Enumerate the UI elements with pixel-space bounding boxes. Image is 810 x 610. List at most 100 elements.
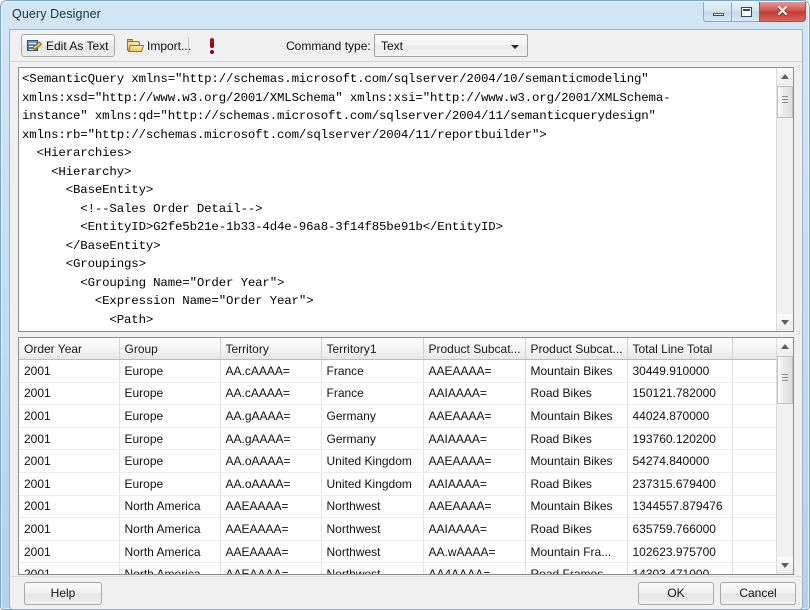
table-cell-4[interactable]: AAEAAAA=	[423, 404, 526, 428]
import-button[interactable]: Import...	[122, 34, 198, 57]
table-cell-7[interactable]	[732, 540, 778, 564]
table-cell-1[interactable]: North America	[119, 495, 221, 519]
table-cell-3[interactable]: Northwest	[321, 562, 424, 574]
table-cell-3[interactable]: Northwest	[321, 495, 424, 519]
table-cell-1[interactable]: Europe	[119, 449, 221, 473]
table-cell-1[interactable]: North America	[119, 517, 221, 541]
table-cell-3[interactable]: France	[321, 359, 424, 383]
table-cell-4[interactable]: AAEAAAA=	[423, 449, 526, 473]
table-row[interactable]: 2001 Europe AA.oAAAA= United Kingdom AAIAAAA…	[19, 472, 778, 496]
table-cell-5[interactable]: Road Bikes	[525, 382, 628, 406]
table-row[interactable]: 2001 North America AAEAAAA= Northwest AA.wAA…	[19, 540, 778, 564]
table-cell-7[interactable]	[732, 404, 778, 428]
table-cell-6[interactable]: 237315.679400	[627, 472, 733, 496]
editor-vertical-scrollbar[interactable]	[776, 68, 793, 331]
table-cell-3[interactable]: United Kingdom	[321, 449, 424, 473]
table-cell-5[interactable]: Mountain Fra...	[525, 540, 628, 564]
close-button[interactable]: ✕	[759, 2, 806, 22]
grid-vertical-scrollbar[interactable]	[776, 338, 793, 574]
table-cell-1[interactable]: Europe	[119, 427, 221, 451]
table-row[interactable]: 2001 Europe AA.cAAAA= France AAIAAAA= Road Bi…	[19, 382, 778, 406]
table-cell-2[interactable]: AAEAAAA=	[220, 562, 322, 574]
table-cell-6[interactable]: 635759.766000	[627, 517, 733, 541]
table-cell-5[interactable]: Road Bikes	[525, 427, 628, 451]
maximize-button[interactable]	[731, 2, 760, 22]
column-header-1[interactable]: Group	[119, 338, 221, 360]
table-cell-1[interactable]: Europe	[119, 359, 221, 383]
table-cell-1[interactable]: Europe	[119, 404, 221, 428]
table-cell-6[interactable]: 54274.840000	[627, 449, 733, 473]
table-cell-0[interactable]: 2001	[19, 562, 120, 574]
table-cell-7[interactable]	[732, 427, 778, 451]
table-cell-0[interactable]: 2001	[19, 382, 120, 406]
edit-as-text-button[interactable]: Edit As Text	[21, 34, 116, 57]
table-cell-3[interactable]: France	[321, 382, 424, 406]
grid-scroll-up-button[interactable]	[777, 338, 793, 355]
table-cell-5[interactable]: Mountain Bikes	[525, 495, 628, 519]
table-cell-6[interactable]: 150121.782000	[627, 382, 733, 406]
table-cell-3[interactable]: Northwest	[321, 517, 424, 541]
table-cell-6[interactable]: 1344557.879476	[627, 495, 733, 519]
grid-scroll-down-button[interactable]	[777, 557, 793, 574]
table-cell-3[interactable]: Germany	[321, 404, 424, 428]
query-text-editor[interactable]: <SemanticQuery xmlns="http://schemas.mic…	[18, 67, 794, 332]
query-text-content[interactable]: <SemanticQuery xmlns="http://schemas.mic…	[22, 70, 764, 329]
table-cell-7[interactable]	[732, 495, 778, 519]
column-header-6[interactable]: Total Line Total	[627, 338, 733, 360]
table-cell-5[interactable]: Road Bikes	[525, 517, 628, 541]
table-cell-5[interactable]: Mountain Bikes	[525, 359, 628, 383]
table-cell-5[interactable]: Road Bikes	[525, 472, 628, 496]
table-cell-3[interactable]: Germany	[321, 427, 424, 451]
table-cell-6[interactable]: 193760.120200	[627, 427, 733, 451]
table-cell-7[interactable]	[732, 449, 778, 473]
table-cell-4[interactable]: AAEAAAA=	[423, 495, 526, 519]
table-cell-5[interactable]: Mountain Bikes	[525, 449, 628, 473]
table-cell-4[interactable]: AAIAAAA=	[423, 427, 526, 451]
table-cell-2[interactable]: AA.cAAAA=	[220, 382, 322, 406]
table-row[interactable]: 2001 Europe AA.cAAAA= France AAEAAAA= Mountai…	[19, 359, 778, 383]
table-cell-2[interactable]: AAEAAAA=	[220, 495, 322, 519]
table-cell-4[interactable]: AA4AAAA=	[423, 562, 526, 574]
column-header-0[interactable]: Order Year	[19, 338, 120, 360]
table-cell-7[interactable]	[732, 562, 778, 574]
table-cell-0[interactable]: 2001	[19, 404, 120, 428]
table-cell-2[interactable]: AA.oAAAA=	[220, 449, 322, 473]
table-cell-2[interactable]: AA.gAAAA=	[220, 427, 322, 451]
minimize-button[interactable]	[703, 2, 732, 22]
results-grid[interactable]: Order Year Group Territory Territory1 Produc…	[18, 337, 794, 575]
table-cell-2[interactable]: AAEAAAA=	[220, 540, 322, 564]
table-cell-1[interactable]: North America	[119, 562, 221, 574]
table-row[interactable]: 2001 Europe AA.gAAAA= Germany AAIAAAA= Road B…	[19, 427, 778, 451]
table-cell-1[interactable]: Europe	[119, 382, 221, 406]
table-row[interactable]: 2001 Europe AA.oAAAA= United Kingdom AAEAAAA…	[19, 449, 778, 473]
table-cell-4[interactable]: AAEAAAA=	[423, 359, 526, 383]
table-row[interactable]: 2001North AmericaAAEAAAA=NorthwestAA4AAA…	[19, 562, 778, 574]
table-cell-7[interactable]	[732, 359, 778, 383]
table-cell-7[interactable]	[732, 382, 778, 406]
table-cell-1[interactable]: Europe	[119, 472, 221, 496]
table-cell-0[interactable]: 2001	[19, 449, 120, 473]
table-cell-0[interactable]: 2001	[19, 495, 120, 519]
table-cell-2[interactable]: AA.oAAAA=	[220, 472, 322, 496]
editor-scroll-up-button[interactable]	[777, 68, 793, 85]
table-cell-0[interactable]: 2001	[19, 359, 120, 383]
editor-scroll-thumb[interactable]	[777, 86, 793, 118]
title-bar[interactable]: Query Designer ✕	[1, 1, 810, 29]
table-cell-5[interactable]: Road Frames	[525, 562, 628, 574]
table-cell-0[interactable]: 2001	[19, 517, 120, 541]
column-header-2[interactable]: Territory	[220, 338, 322, 360]
table-cell-6[interactable]: 102623.975700	[627, 540, 733, 564]
table-cell-7[interactable]	[732, 472, 778, 496]
table-cell-0[interactable]: 2001	[19, 472, 120, 496]
table-row[interactable]: 2001 Europe AA.gAAAA= Germany AAEAAAA= Mounta…	[19, 404, 778, 428]
grid-scroll-thumb[interactable]	[777, 356, 793, 404]
table-cell-2[interactable]: AA.gAAAA=	[220, 404, 322, 428]
table-cell-4[interactable]: AAIAAAA=	[423, 517, 526, 541]
column-header-3[interactable]: Territory1	[321, 338, 424, 360]
table-cell-2[interactable]: AAEAAAA=	[220, 517, 322, 541]
column-header-5[interactable]: Product Subcat...	[525, 338, 628, 360]
column-header-7[interactable]	[732, 338, 778, 360]
table-cell-4[interactable]: AAIAAAA=	[423, 382, 526, 406]
table-cell-0[interactable]: 2001	[19, 540, 120, 564]
cancel-button[interactable]: Cancel	[720, 582, 796, 605]
